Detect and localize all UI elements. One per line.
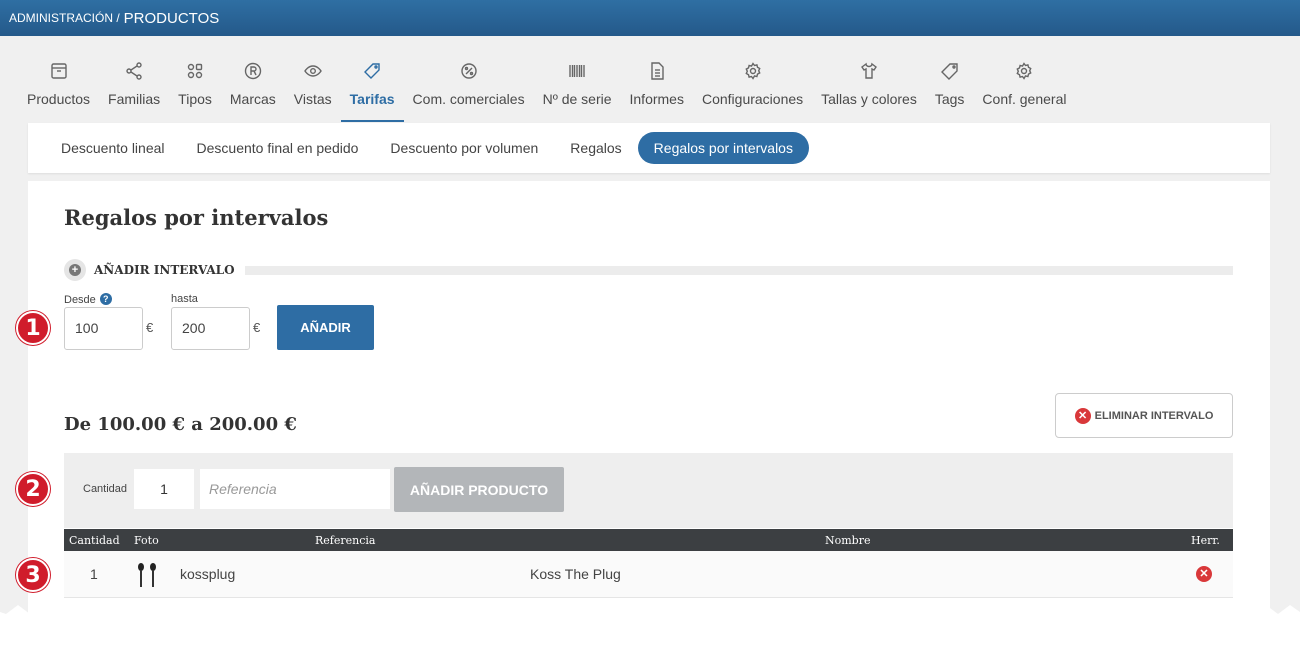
subtab-descuento-lineal[interactable]: Descuento lineal — [45, 132, 181, 164]
nav-item-vistas[interactable]: Vistas — [285, 56, 341, 122]
breadcrumb-current: PRODUCTOS — [123, 9, 220, 27]
currency-symbol: € — [146, 320, 154, 335]
col-referencia: Referencia — [315, 534, 376, 547]
help-icon[interactable]: ? — [99, 293, 112, 305]
nav-label: Tallas y colores — [821, 91, 917, 107]
nav-item-marcas[interactable]: Marcas — [221, 56, 285, 122]
nav-item-informes[interactable]: Informes — [621, 56, 693, 122]
archive-icon — [49, 56, 69, 86]
col-foto: Foto — [134, 534, 159, 547]
nav-item-configuraciones[interactable]: Configuraciones — [693, 56, 812, 122]
table-header: Cantidad Foto Referencia Nombre Herr. — [64, 529, 1233, 551]
nav-item-tallas-colores[interactable]: Tallas y colores — [812, 56, 926, 122]
from-label: Desde? — [64, 293, 112, 306]
gear-icon — [1014, 56, 1034, 86]
interval-title: De 100.00 € a 200.00 € — [64, 414, 297, 435]
col-herr: Herr. — [1191, 534, 1220, 547]
from-label-text: Desde — [64, 294, 96, 306]
nav-item-numero-serie[interactable]: Nº de serie — [534, 56, 621, 122]
subtab-descuento-final[interactable]: Descuento final en pedido — [181, 132, 375, 164]
cell-nombre: Koss The Plug — [530, 566, 621, 582]
nav-label: Conf. general — [982, 91, 1067, 107]
cell-referencia: kossplug — [180, 566, 236, 582]
barcode-icon — [567, 56, 587, 86]
nav-label: Tipos — [178, 91, 212, 107]
page-title: Regalos por intervalos — [64, 205, 329, 230]
table-row[interactable]: 1 kossplug Koss The Plug ✕ — [64, 551, 1233, 598]
nav-label: Marcas — [229, 91, 276, 107]
nav-item-tipos[interactable]: Tipos — [169, 56, 221, 122]
nav-item-conf-general[interactable]: Conf. general — [973, 56, 1075, 122]
section-label: AÑADIR INTERVALO — [94, 263, 235, 277]
nav-label: Nº de serie — [542, 91, 612, 107]
col-nombre: Nombre — [825, 534, 871, 547]
delete-row-icon[interactable]: ✕ — [1196, 566, 1212, 582]
subtabs-bar: Descuento lineal Descuento final en pedi… — [28, 123, 1270, 173]
nav-item-tags[interactable]: Tags — [926, 56, 974, 122]
quantity-label: Cantidad — [83, 483, 128, 495]
nav-label: Configuraciones — [701, 91, 804, 107]
reference-input[interactable]: Referencia — [200, 469, 390, 509]
main-nav: Productos Familias Tipos Marcas Vistas T… — [18, 56, 1075, 126]
nav-label: Familias — [108, 91, 161, 107]
step-marker: 3 — [16, 558, 50, 592]
gear-icon — [743, 56, 763, 86]
from-input[interactable]: 100 — [64, 307, 143, 350]
quantity-input[interactable]: 1 — [134, 469, 194, 509]
nav-label: Informes — [629, 91, 684, 107]
nav-item-productos[interactable]: Productos — [18, 56, 99, 122]
nav-label: Com. comerciales — [412, 91, 525, 107]
document-icon — [647, 56, 667, 86]
nav-item-com-comerciales[interactable]: Com. comerciales — [404, 56, 534, 122]
nav-label: Productos — [27, 91, 91, 107]
shapes-icon — [185, 56, 205, 86]
section-divider — [244, 265, 1233, 275]
step-marker: 1 — [16, 311, 50, 345]
nav-item-tarifas[interactable]: Tarifas — [340, 56, 404, 122]
cell-cantidad: 1 — [90, 566, 98, 582]
add-interval-button[interactable]: AÑADIR — [277, 305, 374, 350]
subtab-regalos[interactable]: Regalos — [554, 132, 637, 164]
top-bar: ADMINISTRACIÓN / PRODUCTOS — [0, 0, 1300, 36]
close-circle-icon: ✕ — [1074, 407, 1091, 424]
nav-label: Tags — [934, 91, 965, 107]
tags-icon — [940, 56, 960, 86]
nav-label: Vistas — [293, 91, 332, 107]
add-interval-section-header[interactable]: + AÑADIR INTERVALO — [64, 259, 1233, 281]
eye-icon — [303, 56, 323, 86]
tag-icon — [362, 56, 382, 86]
subtab-descuento-volumen[interactable]: Descuento por volumen — [374, 132, 554, 164]
add-product-bar: Cantidad 1 Referencia AÑADIR PRODUCTO — [64, 453, 1233, 528]
to-input[interactable]: 200 — [171, 307, 250, 350]
nav-label: Tarifas — [349, 91, 395, 107]
step-marker: 2 — [16, 472, 50, 506]
add-product-button[interactable]: AÑADIR PRODUCTO — [394, 467, 564, 512]
delete-interval-button[interactable]: ✕ ELIMINAR INTERVALO — [1055, 393, 1233, 438]
percent-badge-icon — [459, 56, 479, 86]
currency-symbol: € — [253, 320, 261, 335]
delete-interval-label: ELIMINAR INTERVALO — [1094, 409, 1214, 422]
torn-edge — [0, 605, 1300, 645]
earbud-icon — [138, 563, 156, 587]
breadcrumb-parent[interactable]: ADMINISTRACIÓN / — [9, 11, 120, 25]
col-cantidad: Cantidad — [69, 534, 120, 547]
subtab-regalos-intervalos[interactable]: Regalos por intervalos — [637, 132, 809, 164]
to-label: hasta — [171, 293, 198, 305]
share-icon — [124, 56, 144, 86]
tshirt-icon — [859, 56, 879, 86]
plus-circle-icon[interactable]: + — [64, 259, 86, 281]
registered-icon — [243, 56, 263, 86]
nav-item-familias[interactable]: Familias — [99, 56, 169, 122]
